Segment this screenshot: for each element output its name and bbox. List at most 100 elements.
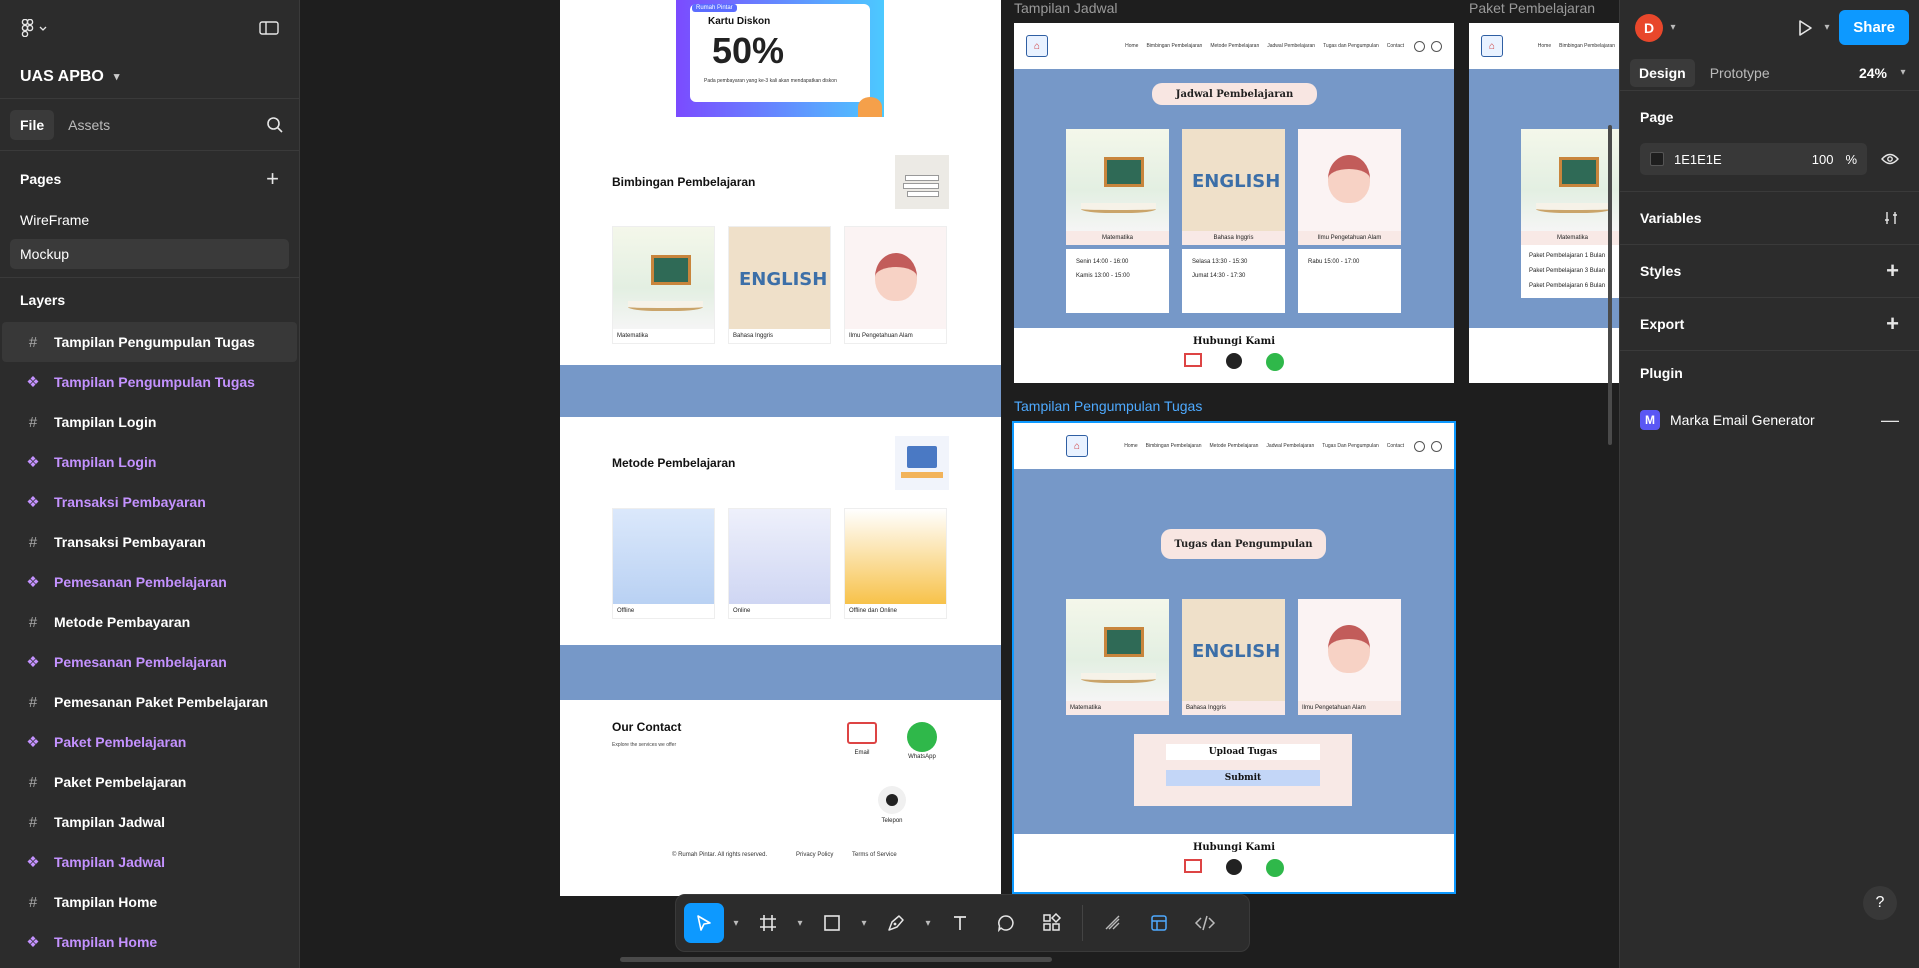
move-tool-button[interactable] [684,903,724,943]
vertical-scrollbar[interactable] [1608,125,1612,445]
layer-item[interactable]: # Tampilan Home [2,882,297,922]
nav-link[interactable]: Jadwal Pembelajaran [1266,443,1314,449]
search-icon[interactable] [266,116,284,134]
subject-card-math[interactable]: Matematika [612,226,715,344]
frame-paket-pembelajaran[interactable]: ⌂ Home Bimbingan Pembelajaran Matematika … [1469,23,1619,383]
tab-prototype[interactable]: Prototype [1701,59,1779,87]
package-item[interactable]: Paket Pembelajaran 3 Bulan [1529,264,1616,279]
phone-icon[interactable] [1226,353,1242,369]
paket-card-math[interactable]: Matematika Paket Pembelajaran 1 Bulan Pa… [1521,129,1619,298]
comment-tool-button[interactable] [986,903,1026,943]
nav-link[interactable]: Tugas Dan Pengumpulan [1322,443,1379,449]
jadwal-card-english[interactable]: ENGLISH Bahasa Inggris [1182,129,1285,245]
contact-phone[interactable]: Telepon [872,786,912,824]
toggle-sidebar-button[interactable] [259,20,279,36]
text-tool-button[interactable] [940,903,980,943]
page-fill-color[interactable]: 1E1E1E 100% [1640,143,1867,175]
plugin-item[interactable]: M Marka Email Generator — [1640,395,1899,445]
color-swatch[interactable] [1650,152,1664,166]
package-item[interactable]: Paket Pembelajaran 1 Bulan [1529,249,1616,264]
layer-item[interactable]: # Tampilan Jadwal [2,802,297,842]
gmail-icon[interactable] [1184,859,1202,873]
tab-design[interactable]: Design [1630,58,1695,87]
tugas-card-english[interactable]: ENGLISH Bahasa Inggris [1182,599,1285,715]
layer-item[interactable]: # Pemesanan Paket Pembelajaran [2,682,297,722]
layer-item[interactable]: ❖ Pemesanan Pembelajaran [2,642,297,682]
variables-row[interactable]: Variables [1640,192,1899,244]
terms-link[interactable]: Terms of Service [852,852,897,858]
page-opacity[interactable]: 100 [1812,152,1834,167]
page-item-wireframe[interactable]: WireFrame [10,205,289,235]
layer-item[interactable]: ❖ Pemesanan Pembelajaran [2,562,297,602]
layer-item[interactable]: ❖ Transaksi Pembayaran [2,482,297,522]
zoom-level[interactable]: 24% [1859,65,1887,81]
method-card-online[interactable]: Online [728,508,831,619]
variables-settings-icon[interactable] [1883,210,1899,226]
layer-item[interactable]: # Paket Pembelajaran [2,762,297,802]
layer-item[interactable]: # Tampilan Pengumpulan Tugas [2,322,297,362]
nav-link[interactable]: Bimbingan Pembelajaran [1559,43,1615,49]
nav-link[interactable]: Home [1125,43,1138,49]
jadwal-card-math[interactable]: Matematika [1066,129,1169,245]
project-name-button[interactable]: UAS APBO ▾ [0,55,299,99]
nav-link[interactable]: Bimbingan Pembelajaran [1146,443,1202,449]
share-button[interactable]: Share [1839,10,1909,45]
privacy-link[interactable]: Privacy Policy [796,852,833,858]
whatsapp-icon[interactable] [1266,353,1284,371]
jadwal-card-science[interactable]: Ilmu Pengetahuan Alam [1298,129,1401,245]
nav-link[interactable]: Bimbingan Pembelajaran [1146,43,1202,49]
export-row[interactable]: Export + [1640,298,1899,350]
chevron-down-icon[interactable]: ▾ [730,918,742,929]
nav-link[interactable]: Home [1538,43,1551,49]
page-color-hex[interactable]: 1E1E1E [1674,152,1722,167]
frame-tampilan-jadwal[interactable]: ⌂ Home Bimbingan Pembelajaran Metode Pembe… [1014,23,1454,383]
design-mode-button[interactable] [1139,903,1179,943]
gmail-icon[interactable] [1184,353,1202,367]
layer-item[interactable]: # Transaksi Pembayaran [2,522,297,562]
canvas[interactable]: Kartu Diskon 50% Pada pembayaran yang ke… [300,0,1619,968]
submit-button[interactable]: Submit [1166,770,1320,786]
contact-email[interactable]: Email [842,722,882,756]
tugas-card-math[interactable]: Matematika [1066,599,1169,715]
subject-card-english[interactable]: ENGLISH Bahasa Inggris [728,226,831,344]
frame-tampilan-home[interactable]: Kartu Diskon 50% Pada pembayaran yang ke… [560,0,1001,896]
help-button[interactable]: ? [1863,886,1897,920]
add-page-icon[interactable]: + [266,166,279,192]
nav-link[interactable]: Metode Pembelajaran [1210,443,1259,449]
eye-icon[interactable] [1881,153,1899,165]
tugas-card-science[interactable]: Ilmu Pengetahuan Alam [1298,599,1401,715]
frame-tampilan-pengumpulan-tugas[interactable]: ⌂ Home Bimbingan Pembelajaran Metode Pembe… [1012,421,1456,894]
present-play-icon[interactable] [1797,19,1813,37]
avatar[interactable]: D [1635,13,1663,42]
add-style-icon[interactable]: + [1886,258,1899,284]
minus-icon[interactable]: — [1881,410,1899,431]
chevron-down-icon[interactable]: ▾ [1821,22,1833,33]
chevron-down-icon[interactable]: ▾ [1667,22,1679,33]
nav-link[interactable]: Contact [1387,443,1404,449]
method-card-offline[interactable]: Offline [612,508,715,619]
chevron-down-icon[interactable]: ▾ [858,918,870,929]
horizontal-scrollbar[interactable] [620,957,1052,962]
layer-item[interactable]: ❖ Tampilan Pengumpulan Tugas [2,362,297,402]
upload-button[interactable]: Upload Tugas [1166,744,1320,760]
actions-tool-button[interactable] [1032,903,1072,943]
layer-item[interactable]: ❖ Tampilan Home [2,922,297,962]
phone-icon[interactable] [1226,859,1242,875]
frame-tool-button[interactable] [748,903,788,943]
nav-link[interactable]: Contact [1387,43,1404,49]
nav-link[interactable]: Home [1124,443,1137,449]
layer-item[interactable]: # Metode Pembayaran [2,602,297,642]
method-card-hybrid[interactable]: Offline dan Online [844,508,947,619]
contact-whatsapp[interactable]: WhatsApp [902,722,942,760]
subject-card-science[interactable]: Ilmu Pengetahuan Alam [844,226,947,344]
package-item[interactable]: Paket Pembelajaran 6 Bulan [1529,279,1616,294]
chevron-down-icon[interactable]: ▾ [1897,67,1909,78]
frame-label-tugas[interactable]: Tampilan Pengumpulan Tugas [1014,398,1202,414]
chevron-down-icon[interactable]: ▾ [794,918,806,929]
frame-label-paket[interactable]: Paket Pembelajaran [1469,0,1595,16]
shape-tool-button[interactable] [812,903,852,943]
add-export-icon[interactable]: + [1886,311,1899,337]
page-item-mockup[interactable]: Mockup [10,239,289,269]
frame-label-jadwal[interactable]: Tampilan Jadwal [1014,0,1118,16]
figma-menu-button[interactable] [20,18,50,37]
